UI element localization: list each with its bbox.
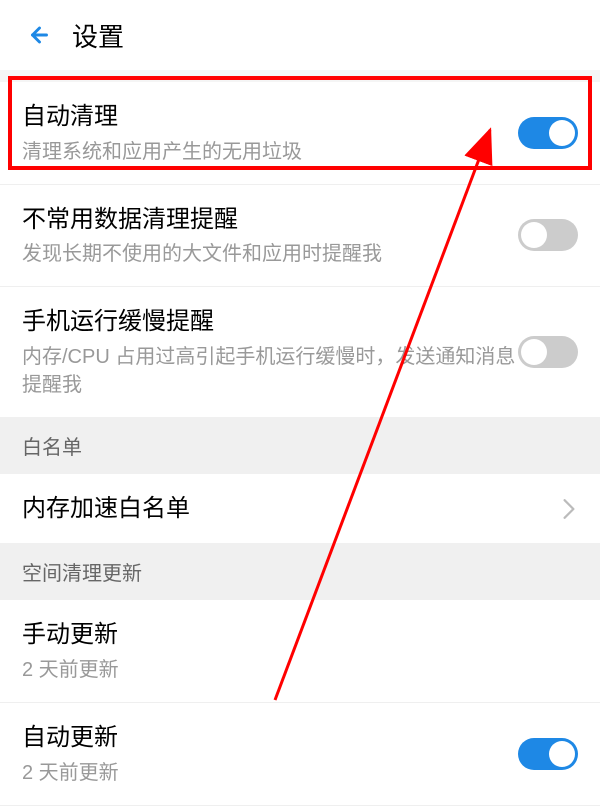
slow-phone-toggle[interactable] <box>518 336 578 368</box>
item-subtitle: 2 天前更新 <box>22 656 578 684</box>
item-title: 手动更新 <box>22 618 578 652</box>
toggle-knob <box>521 339 547 365</box>
space-clean-section-header: 空间清理更新 <box>0 543 600 600</box>
auto-clean-item[interactable]: 自动清理 清理系统和应用产生的无用垃圾 <box>0 82 600 185</box>
spacer <box>0 70 600 82</box>
auto-clean-toggle[interactable] <box>518 117 578 149</box>
item-subtitle: 内存/CPU 占用过高引起手机运行缓慢时，发送通知消息提醒我 <box>22 343 518 399</box>
item-text: 不常用数据清理提醒 发现长期不使用的大文件和应用时提醒我 <box>22 203 518 269</box>
item-text: 自动更新 2 天前更新 <box>22 721 518 787</box>
memory-whitelist-item[interactable]: 内存加速白名单 <box>0 474 600 544</box>
auto-update-toggle[interactable] <box>518 738 578 770</box>
item-title: 自动清理 <box>22 100 518 134</box>
item-subtitle: 清理系统和应用产生的无用垃圾 <box>22 138 518 166</box>
whitelist-section-header: 白名单 <box>0 417 600 474</box>
item-text: 手动更新 2 天前更新 <box>22 618 578 684</box>
item-subtitle: 2 天前更新 <box>22 759 518 787</box>
item-title: 不常用数据清理提醒 <box>22 203 518 237</box>
item-title: 自动更新 <box>22 721 518 755</box>
item-text: 内存加速白名单 <box>22 492 560 526</box>
item-title: 内存加速白名单 <box>22 492 560 526</box>
toggle-knob <box>521 222 547 248</box>
rarely-used-toggle[interactable] <box>518 219 578 251</box>
auto-update-item[interactable]: 自动更新 2 天前更新 <box>0 703 600 806</box>
item-text: 手机运行缓慢提醒 内存/CPU 占用过高引起手机运行缓慢时，发送通知消息提醒我 <box>22 305 518 399</box>
rarely-used-reminder-item[interactable]: 不常用数据清理提醒 发现长期不使用的大文件和应用时提醒我 <box>0 185 600 288</box>
slow-phone-reminder-item[interactable]: 手机运行缓慢提醒 内存/CPU 占用过高引起手机运行缓慢时，发送通知消息提醒我 <box>0 287 600 417</box>
page-title: 设置 <box>72 17 124 54</box>
toggle-knob <box>549 120 575 146</box>
item-text: 自动清理 清理系统和应用产生的无用垃圾 <box>22 100 518 166</box>
toggle-knob <box>549 741 575 767</box>
item-subtitle: 发现长期不使用的大文件和应用时提醒我 <box>22 240 518 268</box>
header-bar: 设置 <box>0 0 600 70</box>
item-title: 手机运行缓慢提醒 <box>22 305 518 339</box>
back-icon[interactable] <box>20 19 52 51</box>
chevron-right-icon <box>560 500 578 518</box>
manual-update-item[interactable]: 手动更新 2 天前更新 <box>0 600 600 703</box>
